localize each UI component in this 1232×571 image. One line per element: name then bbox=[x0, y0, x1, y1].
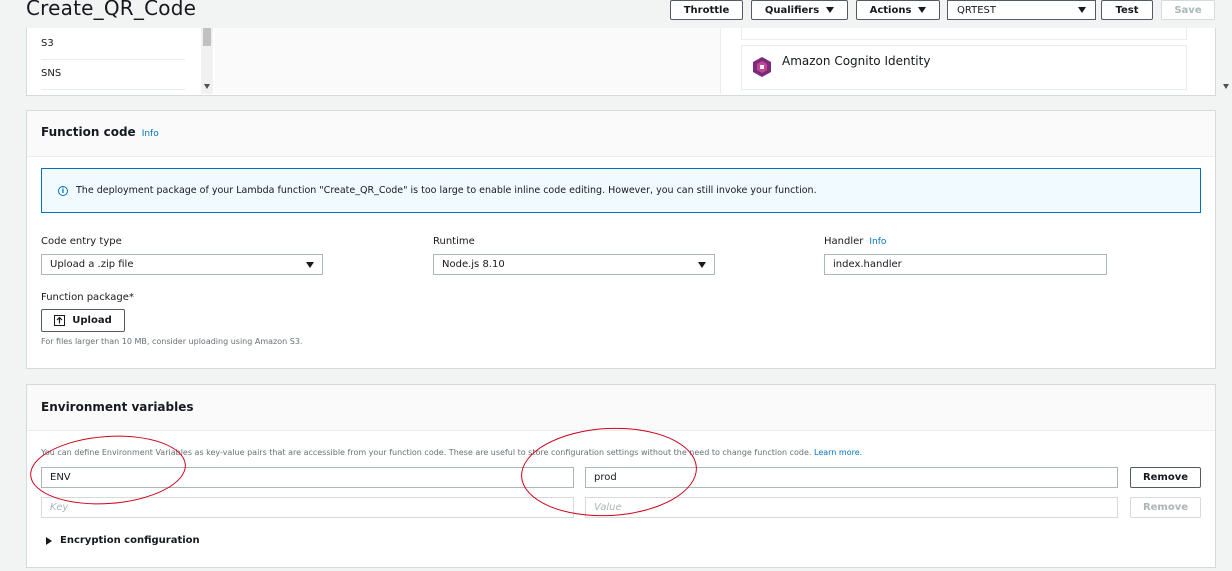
function-code-title: Function code bbox=[41, 125, 136, 139]
remove-button-disabled[interactable]: Remove bbox=[1130, 497, 1201, 518]
value-placeholder: Value bbox=[594, 502, 622, 513]
qualifiers-label: Qualifiers bbox=[764, 4, 820, 16]
save-label: Save bbox=[1174, 4, 1202, 16]
runtime-select[interactable]: Node.js 8.10 bbox=[433, 254, 715, 275]
upload-label: Upload bbox=[72, 315, 112, 326]
handler-info-link[interactable]: Info bbox=[869, 237, 886, 247]
trigger-item-s3[interactable]: S3 bbox=[41, 38, 185, 49]
section-title: Function code Info bbox=[41, 125, 159, 139]
cognito-label: Amazon Cognito Identity bbox=[782, 54, 931, 68]
new-value-input[interactable]: Value bbox=[585, 497, 1118, 518]
caret-down-icon bbox=[826, 7, 835, 13]
test-label: Test bbox=[1115, 4, 1139, 16]
actions-label: Actions bbox=[869, 4, 912, 16]
code-entry-value: Upload a .zip file bbox=[50, 259, 134, 270]
qualifier-value: QRTEST bbox=[957, 4, 996, 16]
designer-canvas bbox=[215, 28, 721, 94]
code-entry-label: Code entry type bbox=[41, 236, 122, 247]
env-description: You can define Environment Variables as … bbox=[41, 448, 862, 457]
cognito-icon bbox=[753, 57, 771, 77]
runtime-value: Node.js 8.10 bbox=[442, 259, 505, 270]
caret-down-icon bbox=[306, 261, 314, 268]
env-value-value: prod bbox=[594, 472, 617, 483]
scroll-down-icon[interactable] bbox=[204, 84, 210, 89]
divider bbox=[41, 89, 185, 90]
handler-label: Handler Info bbox=[824, 236, 886, 247]
encryption-config-label: Encryption configuration bbox=[60, 535, 200, 546]
env-key-input[interactable]: ENV bbox=[41, 467, 574, 488]
page-scrollbar[interactable] bbox=[1220, 0, 1232, 571]
trigger-list-scrollbar[interactable] bbox=[201, 28, 213, 94]
resource-card-cognito[interactable]: Amazon Cognito Identity bbox=[741, 45, 1187, 90]
page-title: Create_QR_Code bbox=[26, 0, 197, 20]
save-button[interactable]: Save bbox=[1161, 0, 1215, 20]
upload-button[interactable]: Upload bbox=[41, 309, 125, 332]
trigger-item-sns[interactable]: SNS bbox=[41, 68, 185, 79]
new-key-input[interactable]: Key bbox=[41, 497, 574, 518]
env-value-input[interactable]: prod bbox=[585, 467, 1118, 488]
scrollbar-thumb[interactable] bbox=[203, 28, 211, 46]
code-entry-select[interactable]: Upload a .zip file bbox=[41, 254, 323, 275]
actions-button[interactable]: Actions bbox=[856, 0, 940, 20]
scroll-down-icon[interactable] bbox=[1223, 84, 1229, 89]
remove-label: Remove bbox=[1142, 502, 1189, 513]
upload-hint: For files larger than 10 MB, consider up… bbox=[41, 337, 303, 346]
caret-down-icon bbox=[1078, 7, 1086, 13]
remove-button[interactable]: Remove bbox=[1130, 467, 1201, 488]
trigger-list: S3 SNS bbox=[41, 28, 201, 94]
qualifier-select[interactable]: QRTEST bbox=[947, 0, 1096, 20]
designer-panel: S3 SNS Amazon Cognito Identity bbox=[26, 28, 1216, 96]
environment-variables-section: Environment variables You can define Env… bbox=[26, 384, 1216, 568]
upload-icon bbox=[54, 315, 66, 326]
info-alert: i The deployment package of your Lambda … bbox=[41, 168, 1201, 213]
learn-more-link[interactable]: Learn more. bbox=[814, 448, 862, 457]
encryption-config-toggle[interactable]: Encryption configuration bbox=[46, 535, 200, 546]
test-button[interactable]: Test bbox=[1101, 0, 1153, 20]
qualifiers-button[interactable]: Qualifiers bbox=[751, 0, 848, 20]
throttle-label: Throttle bbox=[683, 4, 730, 16]
env-title: Environment variables bbox=[41, 400, 194, 414]
handler-value: index.handler bbox=[833, 259, 902, 270]
key-placeholder: Key bbox=[50, 502, 69, 513]
section-header: Function code Info bbox=[27, 111, 1215, 157]
caret-right-icon bbox=[46, 536, 52, 545]
divider bbox=[41, 59, 185, 60]
info-circle-icon: i bbox=[58, 185, 68, 196]
function-package-label: Function package* bbox=[41, 292, 134, 303]
section-header: Environment variables bbox=[27, 385, 1215, 431]
runtime-label: Runtime bbox=[433, 236, 475, 247]
caret-down-icon bbox=[698, 261, 706, 268]
handler-input[interactable]: index.handler bbox=[824, 254, 1107, 275]
handler-label-text: Handler bbox=[824, 236, 864, 247]
resource-card[interactable] bbox=[741, 28, 1187, 40]
throttle-button[interactable]: Throttle bbox=[670, 0, 743, 20]
info-link[interactable]: Info bbox=[142, 129, 159, 139]
env-description-text: You can define Environment Variables as … bbox=[41, 448, 812, 457]
alert-text: The deployment package of your Lambda fu… bbox=[76, 185, 817, 196]
env-key-value: ENV bbox=[50, 472, 71, 483]
function-code-section: Function code Info i The deployment packa… bbox=[26, 110, 1216, 369]
remove-label: Remove bbox=[1142, 472, 1189, 483]
caret-down-icon bbox=[918, 7, 927, 13]
